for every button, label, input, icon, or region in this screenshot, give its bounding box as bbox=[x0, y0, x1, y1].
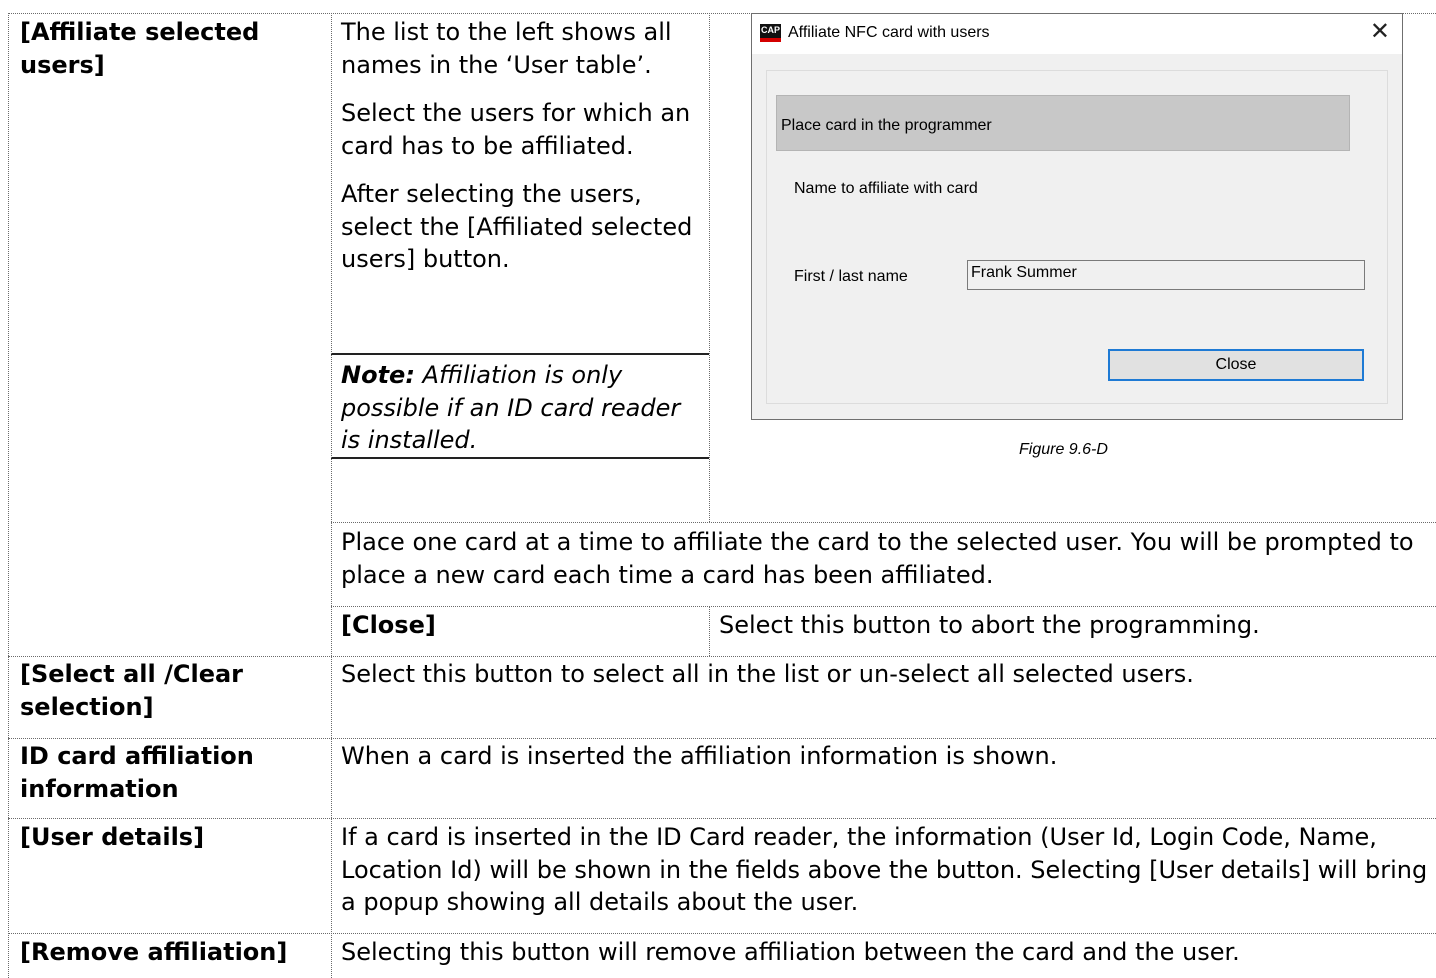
affiliate-desc-p1: The list to the left shows all names in … bbox=[341, 18, 672, 79]
note-paragraph: Note: Affiliation is only possible if an… bbox=[341, 359, 701, 457]
app-logo-icon: CAP bbox=[760, 24, 781, 42]
term-user-details: [User details] bbox=[20, 823, 205, 851]
close-description: Select this button to abort the programm… bbox=[719, 611, 1260, 639]
status-banner: Place card in the programmer bbox=[776, 95, 1350, 151]
term-id-card-info: ID card affiliation information bbox=[20, 742, 254, 803]
table-rule bbox=[8, 818, 1436, 819]
table-rule-column bbox=[709, 13, 710, 522]
note-rule-bottom bbox=[331, 457, 709, 459]
term-affiliate-selected-users: [Affiliate selected users] bbox=[20, 18, 260, 79]
remove-affiliation-description: Selecting this button will remove affili… bbox=[341, 938, 1240, 966]
affiliate-description: The list to the left shows all names in … bbox=[341, 16, 701, 276]
document-page: [Affiliate selected users] The list to t… bbox=[0, 0, 1436, 978]
term-remove-affiliation: [Remove affiliation] bbox=[20, 938, 288, 966]
section-label: Name to affiliate with card bbox=[794, 180, 978, 197]
place-card-instructions: Place one card at a time to affiliate th… bbox=[341, 528, 1414, 589]
figure-caption: Figure 9.6-D bbox=[1019, 441, 1108, 458]
affiliate-nfc-dialog: CAP Affiliate NFC card with users ✕ Plac… bbox=[751, 13, 1403, 420]
term-close: [Close] bbox=[341, 611, 436, 639]
table-rule-column bbox=[709, 606, 710, 656]
table-rule bbox=[8, 738, 1436, 739]
table-rule bbox=[331, 522, 1436, 523]
user-details-description: If a card is inserted in the ID Card rea… bbox=[341, 823, 1428, 916]
close-icon[interactable]: ✕ bbox=[1370, 19, 1390, 45]
dialog-title: Affiliate NFC card with users bbox=[788, 24, 990, 41]
name-field-label: First / last name bbox=[794, 268, 908, 285]
table-rule-left bbox=[8, 13, 9, 978]
table-rule bbox=[8, 656, 1436, 657]
table-rule bbox=[331, 606, 1436, 607]
affiliate-desc-p2: Select the users for which an card has t… bbox=[341, 99, 691, 160]
select-all-description: Select this button to select all in the … bbox=[341, 660, 1194, 688]
note-rule-top bbox=[331, 353, 709, 355]
table-rule bbox=[8, 933, 1436, 934]
name-field[interactable]: Frank Summer bbox=[967, 260, 1365, 290]
dialog-close-button[interactable]: Close bbox=[1108, 349, 1364, 381]
dialog-titlebar: CAP Affiliate NFC card with users ✕ bbox=[752, 14, 1402, 54]
note-label: Note: bbox=[341, 361, 415, 389]
affiliate-desc-p3: After selecting the users, select the [A… bbox=[341, 180, 693, 273]
status-banner-text: Place card in the programmer bbox=[781, 117, 992, 134]
id-card-info-description: When a card is inserted the affiliation … bbox=[341, 742, 1058, 770]
table-rule-column bbox=[331, 13, 332, 978]
term-select-all: [Select all /Clear selection] bbox=[20, 660, 244, 721]
